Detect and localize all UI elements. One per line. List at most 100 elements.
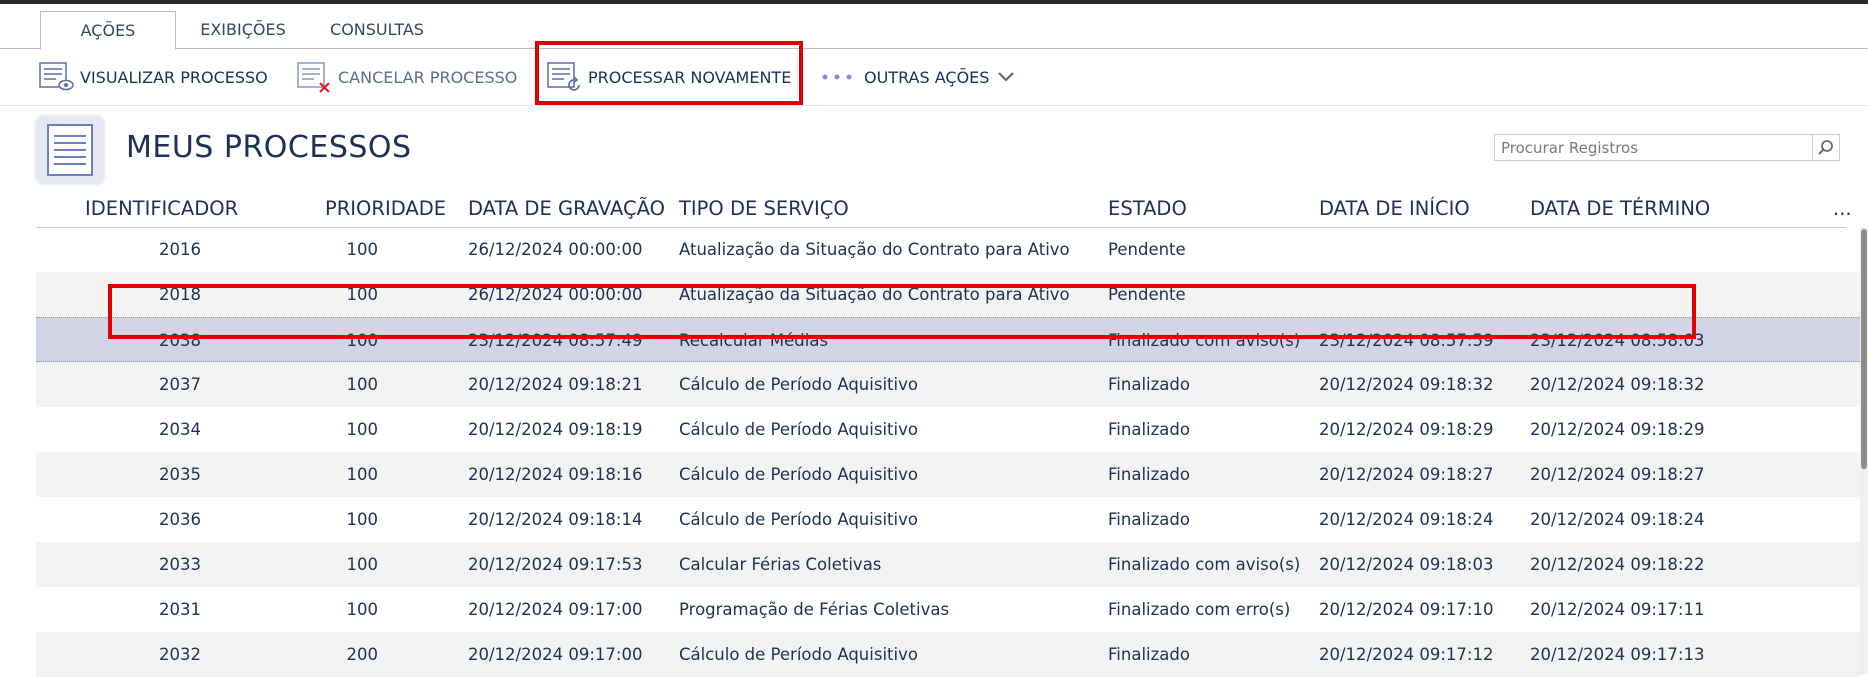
cell-estado: Pendente: [1108, 240, 1186, 259]
cell-estado: Finalizado com aviso(s): [1108, 331, 1301, 350]
cell-data-inicio: 20/12/2024 09:18:24: [1319, 510, 1494, 529]
cell-tipo-servico: Calcular Férias Coletivas: [679, 555, 882, 574]
search-box: [1494, 134, 1840, 161]
cell-data-termino: 20/12/2024 09:18:24: [1530, 510, 1705, 529]
table-row[interactable]: 2037 100 20/12/2024 09:18:21 Cálculo de Per…: [36, 362, 1860, 407]
reprocess-label: PROCESSAR NOVAMENTE: [588, 67, 792, 87]
cell-tipo-servico: Cálculo de Período Aquisitivo: [679, 465, 918, 484]
table-row[interactable]: 2032 200 20/12/2024 09:17:00 Cálculo de Per…: [36, 632, 1860, 677]
grid-header: IDENTIFICADOR PRIORIDADE DATA DE GRAVAÇÃ…: [36, 190, 1852, 228]
search-icon: [1817, 139, 1835, 157]
column-header-data-gravacao[interactable]: DATA DE GRAVAÇÃO: [468, 190, 665, 227]
column-header-prioridade[interactable]: PRIORIDADE: [325, 190, 446, 227]
view-process-button[interactable]: VISUALIZAR PROCESSO: [38, 49, 268, 105]
ribbon-tabs: AÇÕES EXIBIÇÕES CONSULTAS: [0, 4, 1868, 50]
cell-prioridade: 100: [346, 465, 379, 484]
grid-body: 2016 100 26/12/2024 00:00:00 Atualização da…: [36, 227, 1860, 677]
cell-prioridade: 100: [346, 420, 379, 439]
column-header-identificador[interactable]: IDENTIFICADOR: [85, 190, 238, 227]
cell-tipo-servico: Recalcular Médias: [679, 331, 829, 350]
cell-estado: Pendente: [1108, 285, 1186, 304]
search-button[interactable]: [1812, 135, 1839, 160]
view-process-label: VISUALIZAR PROCESSO: [80, 67, 268, 87]
cell-data-inicio: 20/12/2024 09:18:27: [1319, 465, 1494, 484]
reprocess-document-icon: [546, 61, 582, 93]
cell-data-termino: [1530, 227, 1730, 272]
cell-tipo-servico: Cálculo de Período Aquisitivo: [679, 420, 918, 439]
cell-estado: Finalizado: [1108, 510, 1190, 529]
cell-estado: Finalizado: [1108, 645, 1190, 664]
cell-data-inicio: [1319, 272, 1519, 317]
cancel-process-button[interactable]: CANCELAR PROCESSO: [296, 49, 517, 105]
cell-data-termino: 20/12/2024 09:18:29: [1530, 420, 1705, 439]
cell-identificador: 2034: [159, 420, 201, 439]
cell-tipo-servico: Cálculo de Período Aquisitivo: [679, 375, 918, 394]
more-dots-icon: [820, 70, 858, 84]
processes-page-icon: [36, 116, 104, 184]
table-row[interactable]: 2033 100 20/12/2024 09:17:53 Calcular Féria…: [36, 542, 1860, 587]
cell-data-termino: [1530, 272, 1730, 317]
page-title: MEUS PROCESSOS: [126, 130, 412, 165]
cell-prioridade: 100: [346, 510, 379, 529]
cell-prioridade: 100: [346, 285, 379, 304]
cell-data-gravacao: 26/12/2024 00:00:00: [468, 240, 643, 259]
tab-acoes[interactable]: AÇÕES: [40, 11, 176, 50]
column-header-estado[interactable]: ESTADO: [1108, 190, 1187, 227]
cell-data-termino: 20/12/2024 09:17:11: [1530, 600, 1705, 619]
scrollbar-thumb[interactable]: [1861, 229, 1867, 469]
cell-prioridade: 100: [346, 375, 379, 394]
cell-estado: Finalizado: [1108, 420, 1190, 439]
view-document-icon: [38, 61, 74, 93]
cell-data-inicio: 23/12/2024 08:57:59: [1319, 331, 1494, 350]
cell-tipo-servico: Atualização da Situação do Contrato para…: [679, 285, 1070, 304]
table-row[interactable]: 2036 100 20/12/2024 09:18:14 Cálculo de Per…: [36, 497, 1860, 542]
reprocess-button[interactable]: PROCESSAR NOVAMENTE: [546, 49, 791, 105]
table-row[interactable]: 2035 100 20/12/2024 09:18:16 Cálculo de Per…: [36, 452, 1860, 497]
column-options-button[interactable]: ...: [1833, 190, 1852, 227]
cell-identificador: 2016: [159, 240, 201, 259]
cell-data-inicio: 20/12/2024 09:18:29: [1319, 420, 1494, 439]
cell-data-gravacao: 20/12/2024 09:18:19: [468, 420, 643, 439]
cell-data-termino: 23/12/2024 08:58:03: [1530, 331, 1705, 350]
cell-identificador: 2035: [159, 465, 201, 484]
cell-prioridade: 100: [346, 555, 379, 574]
table-row[interactable]: 2038 100 23/12/2024 08:57:49 Recalcular Méd…: [36, 317, 1860, 362]
cell-data-termino: 20/12/2024 09:18:32: [1530, 375, 1705, 394]
column-header-data-inicio[interactable]: DATA DE INÍCIO: [1319, 190, 1470, 227]
more-actions-label: OUTRAS AÇÕES: [864, 67, 990, 87]
cell-estado: Finalizado: [1108, 375, 1190, 394]
cell-tipo-servico: Atualização da Situação do Contrato para…: [679, 240, 1070, 259]
action-toolbar: VISUALIZAR PROCESSO CANCELAR PROCESSO PR…: [0, 49, 1868, 106]
table-row[interactable]: 2031 100 20/12/2024 09:17:00 Programação de…: [36, 587, 1860, 632]
cell-data-gravacao: 23/12/2024 08:57:49: [468, 331, 643, 350]
cell-identificador: 2036: [159, 510, 201, 529]
cell-prioridade: 100: [346, 600, 379, 619]
cell-prioridade: 100: [346, 240, 379, 259]
cell-data-inicio: 20/12/2024 09:18:32: [1319, 375, 1494, 394]
cell-estado: Finalizado: [1108, 465, 1190, 484]
cell-data-inicio: 20/12/2024 09:18:03: [1319, 555, 1494, 574]
table-row[interactable]: 2016 100 26/12/2024 00:00:00 Atualização da…: [36, 227, 1860, 272]
cell-identificador: 2031: [159, 600, 201, 619]
cell-prioridade: 100: [346, 331, 379, 350]
cell-data-termino: 20/12/2024 09:17:13: [1530, 645, 1705, 664]
cell-data-inicio: 20/12/2024 09:17:12: [1319, 645, 1494, 664]
cell-estado: Finalizado com erro(s): [1108, 600, 1291, 619]
cancel-process-label: CANCELAR PROCESSO: [338, 67, 518, 87]
search-input[interactable]: [1495, 135, 1817, 160]
column-header-tipo-servico[interactable]: TIPO DE SERVIÇO: [679, 190, 849, 227]
cell-data-gravacao: 20/12/2024 09:17:53: [468, 555, 643, 574]
cell-data-gravacao: 20/12/2024 09:18:14: [468, 510, 643, 529]
column-header-data-termino[interactable]: DATA DE TÉRMINO: [1530, 190, 1710, 227]
cell-identificador: 2018: [159, 285, 201, 304]
tab-consultas[interactable]: CONSULTAS: [322, 11, 432, 48]
cell-data-inicio: 20/12/2024 09:17:10: [1319, 600, 1494, 619]
cell-identificador: 2033: [159, 555, 201, 574]
cell-data-gravacao: 20/12/2024 09:18:16: [468, 465, 643, 484]
cell-data-gravacao: 26/12/2024 00:00:00: [468, 285, 643, 304]
table-row[interactable]: 2034 100 20/12/2024 09:18:19 Cálculo de Per…: [36, 407, 1860, 452]
table-row[interactable]: 2018 100 26/12/2024 00:00:00 Atualização da…: [36, 272, 1860, 317]
more-actions-button[interactable]: OUTRAS AÇÕES: [820, 49, 1015, 105]
cell-tipo-servico: Cálculo de Período Aquisitivo: [679, 645, 918, 664]
tab-exibicoes[interactable]: EXIBIÇÕES: [190, 11, 296, 48]
